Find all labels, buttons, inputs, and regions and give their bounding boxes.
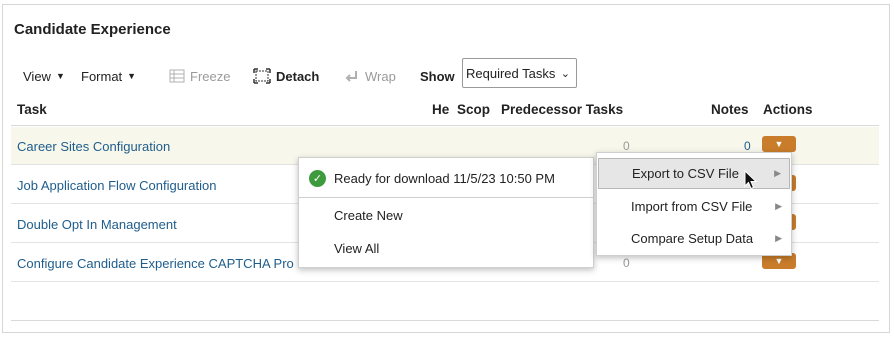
download-popup: ✓ Ready for download 11/5/23 10:50 PM Cr… <box>298 157 594 268</box>
ready-label: Ready for download 11/5/23 10:50 PM <box>334 171 555 186</box>
export-csv-menu-item[interactable]: Export to CSV File ▶ <box>598 158 790 189</box>
wrap-label: Wrap <box>365 68 396 84</box>
caret-down-icon: ▼ <box>55 71 65 81</box>
chevron-down-icon: ⌄ <box>560 67 570 80</box>
col-he[interactable]: He <box>432 102 449 117</box>
col-scop[interactable]: Scop <box>457 102 490 117</box>
col-task[interactable]: Task <box>17 102 47 117</box>
compare-label: Compare Setup Data <box>631 231 754 246</box>
table-footer-divider <box>11 320 879 321</box>
detach-label: Detach <box>276 68 320 84</box>
task-link[interactable]: Configure Candidate Experience CAPTCHA P… <box>17 256 294 271</box>
show-tasks-select[interactable]: Required Tasks ⌄ <box>462 58 577 88</box>
export-label: Export to CSV File <box>632 166 739 181</box>
freeze-icon <box>169 69 185 83</box>
caret-down-icon: ▼ <box>774 256 784 266</box>
view-menu-button[interactable]: View ▼ <box>23 63 65 89</box>
show-label: Show <box>420 68 455 84</box>
table-header: Task He Scop Predecessor Tasks Notes Act… <box>11 91 879 126</box>
col-actions[interactable]: Actions <box>763 102 813 117</box>
task-link[interactable]: Double Opt In Management <box>17 217 177 232</box>
check-circle-icon: ✓ <box>309 170 326 187</box>
predecessor-count: 0 <box>623 139 630 153</box>
view-label: View <box>23 68 51 84</box>
detach-button[interactable]: Detach <box>253 63 319 89</box>
caret-down-icon: ▼ <box>127 71 137 81</box>
format-menu-button[interactable]: Format ▼ <box>81 63 136 89</box>
popup-divider <box>299 197 593 198</box>
col-notes[interactable]: Notes <box>711 102 749 117</box>
create-new-item[interactable]: Create New <box>334 208 403 223</box>
import-csv-menu-item[interactable]: Import from CSV File ▶ <box>598 191 790 222</box>
caret-down-icon: ▼ <box>774 139 784 149</box>
actions-menu-button[interactable]: ▼ <box>762 136 796 152</box>
toolbar: View ▼ Format ▼ Freeze Detach Wrap Show <box>3 63 889 89</box>
task-link[interactable]: Job Application Flow Configuration <box>17 178 216 193</box>
actions-context-menu: Export to CSV File ▶ Import from CSV Fil… <box>596 152 792 256</box>
compare-setup-menu-item[interactable]: Compare Setup Data ▶ <box>598 223 790 254</box>
wrap-button[interactable]: Wrap <box>344 63 396 89</box>
detach-icon <box>253 68 271 84</box>
show-select-value: Required Tasks <box>466 65 556 81</box>
task-link[interactable]: Career Sites Configuration <box>17 139 170 154</box>
submenu-arrow-icon: ▶ <box>774 168 781 178</box>
col-predecessor[interactable]: Predecessor Tasks <box>501 102 623 117</box>
freeze-button[interactable]: Freeze <box>169 63 230 89</box>
wrap-icon <box>345 71 357 82</box>
predecessor-count: 0 <box>623 256 630 270</box>
freeze-label: Freeze <box>190 68 231 84</box>
import-label: Import from CSV File <box>631 199 753 214</box>
format-label: Format <box>81 68 123 84</box>
submenu-arrow-icon: ▶ <box>775 233 782 243</box>
notes-count[interactable]: 0 <box>744 139 751 153</box>
mouse-cursor-icon <box>744 170 758 190</box>
download-ready-item[interactable]: ✓ Ready for download 11/5/23 10:50 PM <box>309 170 555 187</box>
submenu-arrow-icon: ▶ <box>775 201 782 211</box>
view-all-item[interactable]: View All <box>334 241 379 256</box>
page-title: Candidate Experience <box>14 21 171 38</box>
